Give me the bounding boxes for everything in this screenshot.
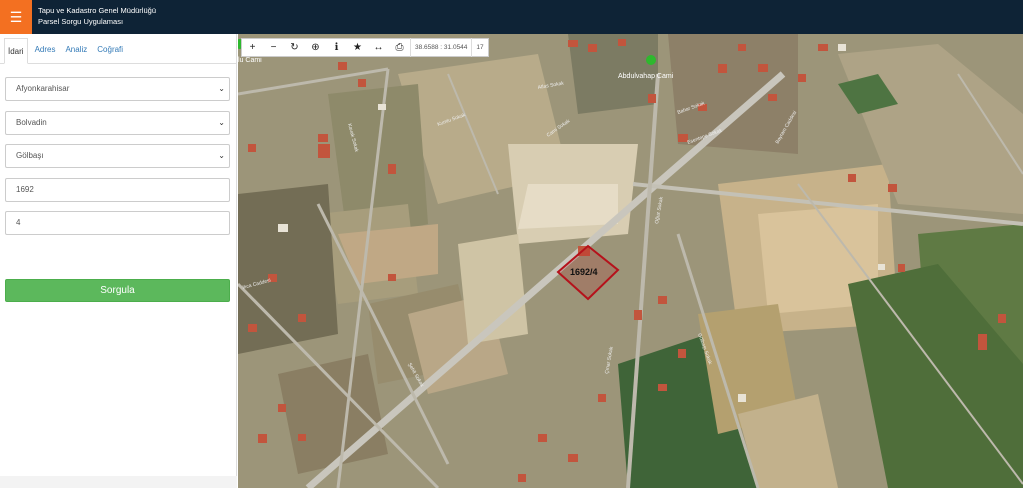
sidebar-footer [0, 476, 237, 488]
block-number-value: 1692 [16, 185, 34, 194]
province-select[interactable]: Afyonkarahisar ⌄ [5, 77, 230, 101]
app-title-line1: Tapu ve Kadastro Genel Müdürlüğü [38, 6, 156, 15]
query-button[interactable]: Sorgula [5, 279, 230, 302]
neighborhood-select[interactable]: Gölbaşı ⌄ [5, 144, 230, 168]
app-title: Tapu ve Kadastro Genel Müdürlüğü Parsel … [38, 5, 156, 27]
coordinate-readout: 38.6588 : 31.0544 [410, 38, 471, 57]
province-value: Afyonkarahisar [16, 84, 70, 93]
map-toolbar: + − ↻ ⊕ ℹ ★ ↔ ⎙ 38.6588 : 31.0544 17 [241, 38, 489, 57]
tab-adres[interactable]: Adres [32, 37, 59, 63]
district-select[interactable]: Bolvadin ⌄ [5, 111, 230, 135]
mosque-poi-icon[interactable] [646, 55, 656, 65]
zoom-level: 17 [471, 38, 487, 57]
tab-idari[interactable]: İdari [4, 38, 28, 64]
parcel-number-value: 4 [16, 218, 21, 227]
block-number-input[interactable]: 1692 [5, 178, 230, 202]
zoom-out-icon[interactable]: − [263, 38, 284, 57]
poi-label: Abdulvahap Cami [618, 73, 674, 80]
map-imagery[interactable]: Kumlu Sokak Atlas Sokak Cami Sokak Bahar… [238, 34, 1023, 488]
app-title-line2: Parsel Sorgu Uygulaması [38, 17, 124, 26]
parcel-label: 1692/4 [570, 267, 598, 277]
top-bar: ☰ Tapu ve Kadastro Genel Müdürlüğü Parse… [0, 0, 1023, 34]
star-icon[interactable]: ★ [347, 38, 368, 57]
chevron-down-icon: ⌄ [218, 118, 225, 127]
info-icon[interactable]: ℹ [326, 38, 347, 57]
chevron-down-icon: ⌄ [218, 84, 225, 93]
zoom-in-icon[interactable]: + [242, 38, 263, 57]
print-icon[interactable]: ⎙ [389, 38, 410, 57]
district-value: Bolvadin [16, 118, 47, 127]
tab-cografi[interactable]: Coğrafi [94, 37, 126, 63]
chevron-down-icon: ⌄ [218, 151, 225, 160]
hamburger-icon[interactable]: ☰ [0, 0, 32, 34]
measure-icon[interactable]: ↔ [368, 38, 389, 57]
satellite-map[interactable]: Kumlu Sokak Atlas Sokak Cami Sokak Bahar… [238, 34, 1023, 488]
parcel-number-input[interactable]: 4 [5, 211, 230, 235]
sidebar: İdari Adres Analiz Coğrafi Afyonkarahisa… [0, 34, 237, 488]
tab-bar: İdari Adres Analiz Coğrafi [0, 34, 236, 64]
tab-analiz[interactable]: Analiz [62, 37, 90, 63]
poi-label-left: lu Cami [238, 57, 262, 64]
neighborhood-value: Gölbaşı [16, 151, 44, 160]
locate-icon[interactable]: ⊕ [305, 38, 326, 57]
refresh-icon[interactable]: ↻ [284, 38, 305, 57]
